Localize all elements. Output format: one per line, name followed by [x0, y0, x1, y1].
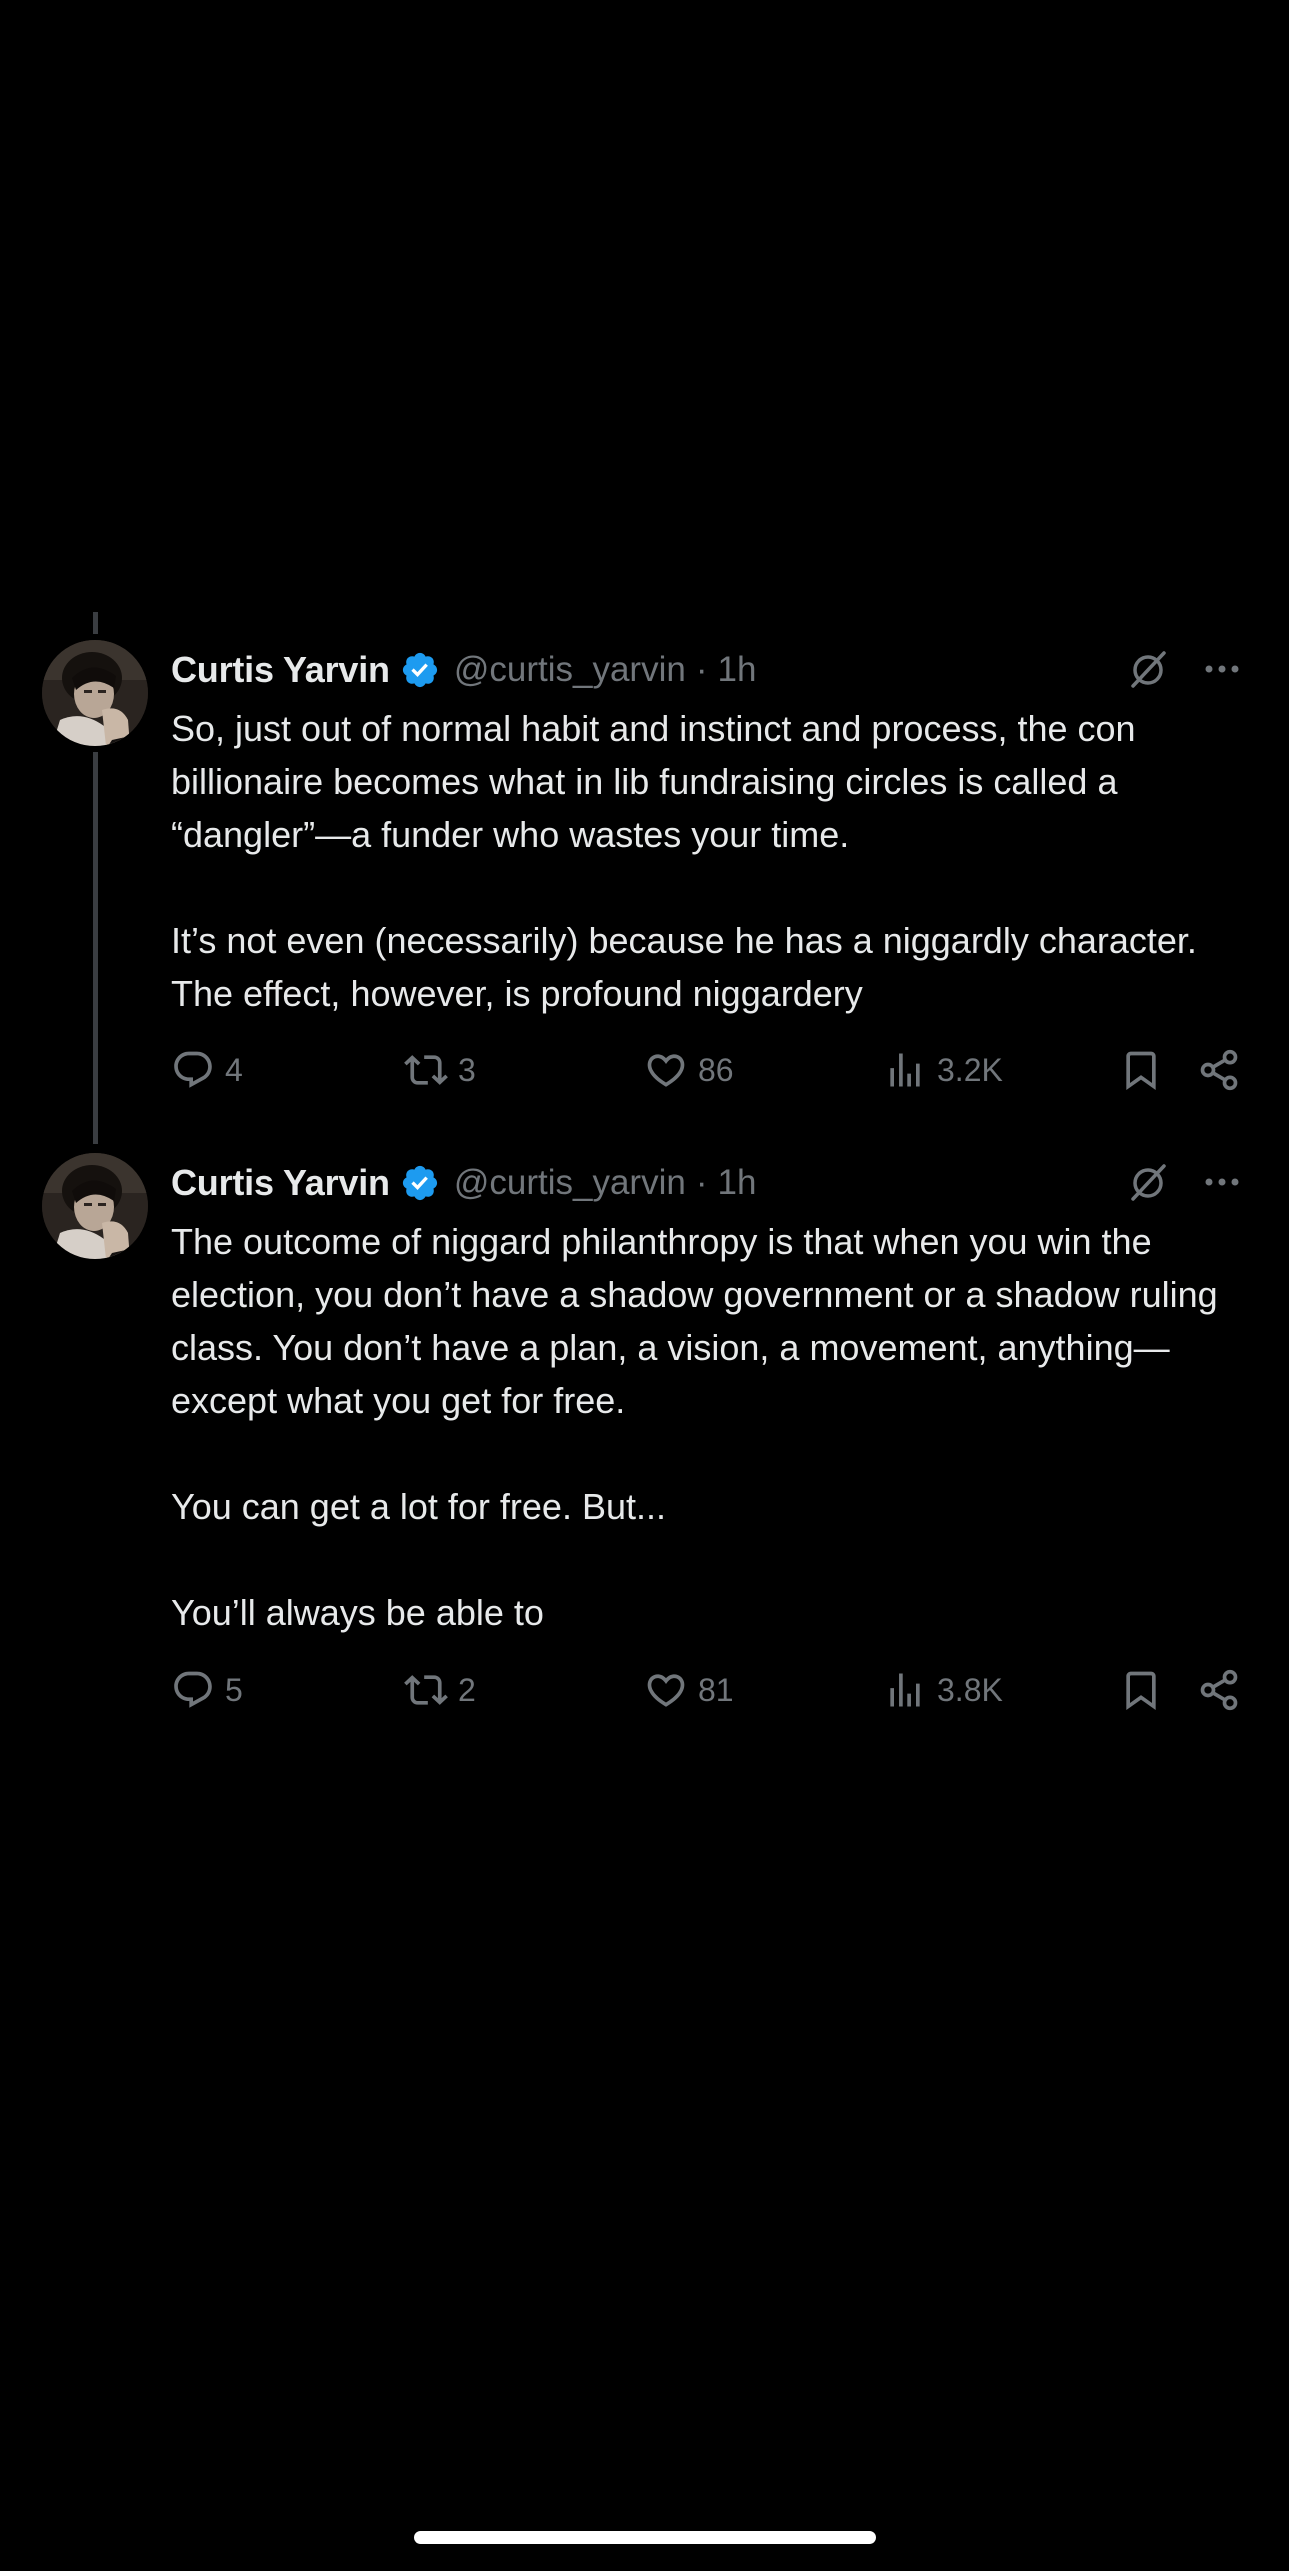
author-name[interactable]: Curtis Yarvin — [171, 1162, 390, 1204]
more-options-icon[interactable] — [1200, 1167, 1244, 1197]
timestamp[interactable]: 1h — [717, 1163, 756, 1203]
like-button[interactable]: 81 — [644, 1665, 734, 1715]
action-bar: 5 2 81 3.8K — [171, 1665, 1261, 1715]
avatar[interactable] — [42, 1153, 148, 1259]
reply-button[interactable]: 5 — [171, 1665, 243, 1715]
share-button[interactable] — [1197, 1665, 1241, 1715]
like-count: 81 — [698, 1671, 734, 1708]
share-button[interactable] — [1197, 1045, 1241, 1095]
reply-icon — [171, 1668, 215, 1712]
reply-count: 4 — [225, 1051, 243, 1088]
home-indicator[interactable] — [414, 2531, 876, 2544]
bookmark-button[interactable] — [1119, 1665, 1163, 1715]
timestamp[interactable]: 1h — [717, 650, 756, 690]
retweet-button[interactable]: 3 — [404, 1045, 476, 1095]
reply-button[interactable]: 4 — [171, 1045, 243, 1095]
views-button[interactable]: 3.2K — [883, 1045, 1003, 1095]
views-button[interactable]: 3.8K — [883, 1665, 1003, 1715]
author-handle[interactable]: @curtis_yarvin — [454, 650, 686, 690]
author-name[interactable]: Curtis Yarvin — [171, 649, 390, 691]
heart-icon — [644, 1048, 688, 1092]
retweet-count: 2 — [458, 1671, 476, 1708]
retweet-count: 3 — [458, 1051, 476, 1088]
thread-connector — [93, 752, 98, 1144]
bookmark-icon — [1119, 1668, 1163, 1712]
separator: · — [695, 650, 708, 689]
retweet-icon — [404, 1048, 448, 1092]
tweet-header: Curtis Yarvin @curtis_yarvin · 1h — [171, 1159, 756, 1207]
tweet-text: So, just out of normal habit and instinc… — [171, 702, 1231, 1020]
action-bar: 4 3 86 3.2K — [171, 1045, 1261, 1095]
share-icon — [1197, 1048, 1241, 1092]
like-button[interactable]: 86 — [644, 1045, 734, 1095]
bookmark-button[interactable] — [1119, 1045, 1163, 1095]
views-chart-icon — [883, 1668, 927, 1712]
retweet-icon — [404, 1668, 448, 1712]
views-chart-icon — [883, 1048, 927, 1092]
avatar[interactable] — [42, 640, 148, 746]
bookmark-icon — [1119, 1048, 1163, 1092]
tweet-paragraph: You’ll always be able to — [171, 1592, 544, 1633]
grok-icon[interactable] — [1126, 648, 1170, 692]
reply-count: 5 — [225, 1671, 243, 1708]
tweet-text: The outcome of niggard philanthropy is t… — [171, 1215, 1231, 1639]
views-count: 3.2K — [937, 1051, 1003, 1088]
tweet-paragraph: The outcome of niggard philanthropy is t… — [171, 1221, 1218, 1421]
verified-badge-icon — [400, 1163, 440, 1203]
more-options-icon[interactable] — [1200, 654, 1244, 684]
heart-icon — [644, 1668, 688, 1712]
tweet-paragraph: It’s not even (necessarily) because he h… — [171, 920, 1197, 1014]
grok-icon[interactable] — [1126, 1161, 1170, 1205]
like-count: 86 — [698, 1051, 734, 1088]
separator: · — [695, 1163, 708, 1202]
reply-icon — [171, 1048, 215, 1092]
author-handle[interactable]: @curtis_yarvin — [454, 1163, 686, 1203]
verified-badge-icon — [400, 650, 440, 690]
thread-line-top — [93, 612, 98, 634]
retweet-button[interactable]: 2 — [404, 1665, 476, 1715]
tweet-header: Curtis Yarvin @curtis_yarvin · 1h — [171, 646, 756, 694]
views-count: 3.8K — [937, 1671, 1003, 1708]
share-icon — [1197, 1668, 1241, 1712]
tweet-paragraph: You can get a lot for free. But... — [171, 1486, 666, 1527]
tweet-paragraph: So, just out of normal habit and instinc… — [171, 708, 1136, 855]
